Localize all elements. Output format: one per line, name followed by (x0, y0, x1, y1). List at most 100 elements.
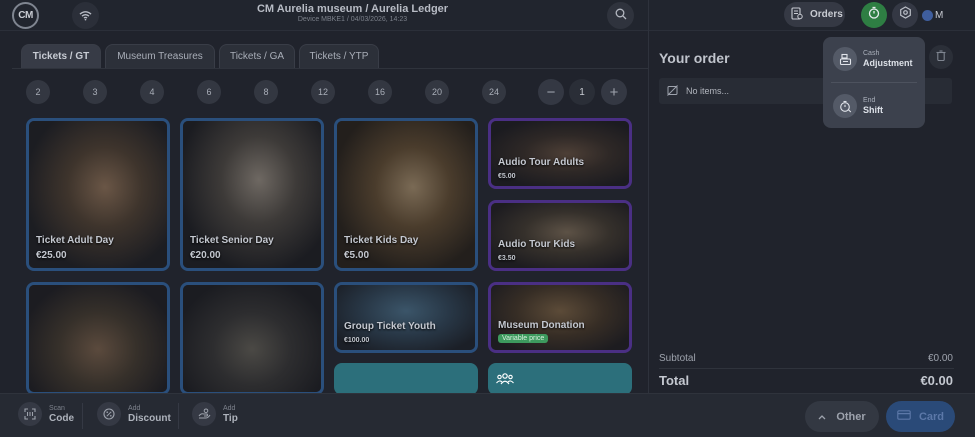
cash-adjustment-item[interactable]: Cash Adjustment (833, 47, 913, 71)
tip-icon (192, 402, 216, 426)
total-value: €0.00 (920, 373, 953, 388)
shift-timer-button[interactable] (861, 2, 887, 28)
app-title: CM Aurelia museum / Aurelia Ledger (256, 3, 449, 15)
tab-tickets-gt[interactable]: Tickets / GT (21, 44, 101, 68)
divider (659, 368, 954, 369)
end-shift-small: End (863, 97, 876, 104)
product-price: €5.00 (498, 173, 516, 180)
quick-qty-button[interactable]: 4 (140, 80, 164, 104)
subtotal-label: Subtotal (659, 353, 696, 364)
quick-qty-button[interactable]: 2 (26, 80, 50, 104)
shift-popup-menu: Cash Adjustment End Shift (823, 37, 925, 128)
product-tile-audio-tour-adults[interactable]: Audio Tour Adults €5.00 (488, 118, 632, 189)
quick-qty-button[interactable]: 3 (83, 80, 107, 104)
credit-card-icon (897, 410, 911, 423)
product-tile-group-youth[interactable]: Group Ticket Youth €100.00 (334, 282, 478, 353)
tip-small: Add (223, 404, 236, 412)
order-title: Your order (659, 50, 730, 66)
quick-qty-button[interactable]: 12 (311, 80, 335, 104)
total-label: Total (659, 373, 690, 388)
end-shift-label: Shift (863, 105, 883, 115)
product-tile-audio-tour-kids[interactable]: Audio Tour Kids €3.50 (488, 200, 632, 271)
product-tile[interactable] (26, 282, 170, 395)
product-name: Group Ticket Youth (344, 321, 436, 332)
card-label: Card (918, 410, 945, 423)
variable-price-badge: Variable price (498, 334, 549, 343)
cm-logo: CM (12, 2, 39, 29)
product-price: €25.00 (36, 250, 67, 261)
discount-small: Add (128, 404, 141, 412)
no-items-icon (667, 84, 678, 98)
product-price: €3.50 (498, 255, 516, 262)
product-price: €100.00 (344, 337, 370, 344)
card-payment-button[interactable]: Card (886, 401, 955, 432)
decrement-button[interactable]: − (538, 79, 564, 105)
discount-icon (97, 402, 121, 426)
quick-qty-button[interactable]: 8 (254, 80, 278, 104)
product-tile-museum-donation[interactable]: Museum Donation Variable price (488, 282, 632, 353)
user-menu-button[interactable]: M (922, 5, 943, 25)
product-photo (183, 285, 321, 392)
product-tile-kids-day[interactable]: Ticket Kids Day €5.00 (334, 118, 478, 271)
product-tile[interactable] (334, 363, 478, 395)
product-name: Museum Donation (498, 320, 585, 331)
orders-button[interactable]: Orders (784, 2, 845, 27)
gear-icon (899, 6, 912, 24)
scan-small: Scan (49, 404, 65, 412)
search-button[interactable] (607, 2, 634, 29)
scan-label: Code (49, 412, 74, 424)
divider (82, 403, 83, 429)
product-name: Ticket Adult Day (36, 235, 114, 246)
product-tile-group[interactable] (488, 363, 632, 395)
product-tile[interactable] (180, 282, 324, 395)
increment-button[interactable]: + (601, 79, 627, 105)
add-discount-button[interactable]: Add Discount (97, 402, 171, 426)
other-payment-button[interactable]: Other (805, 401, 879, 432)
settings-button[interactable] (892, 2, 918, 28)
avatar (922, 9, 933, 21)
product-photo (29, 285, 167, 392)
quick-qty-button[interactable]: 24 (482, 80, 506, 104)
clear-order-button[interactable] (929, 45, 953, 69)
product-tile-adult-day[interactable]: Ticket Adult Day €25.00 (26, 118, 170, 271)
scan-icon (18, 402, 42, 426)
quick-qty-button[interactable]: 16 (368, 80, 392, 104)
add-tip-button[interactable]: Add Tip (192, 402, 238, 426)
end-shift-item[interactable]: End Shift (833, 94, 883, 118)
orders-icon (791, 6, 803, 23)
quick-qty-button[interactable]: 6 (197, 80, 221, 104)
trash-icon (936, 48, 946, 66)
product-price: €5.00 (344, 250, 370, 261)
orders-label: Orders (810, 9, 843, 20)
wifi-icon[interactable] (72, 2, 99, 29)
stopwatch-icon (868, 6, 880, 24)
cash-adjustment-small: Cash (863, 50, 880, 57)
panel-divider (648, 0, 649, 437)
quantity-value: 1 (569, 79, 595, 105)
quick-qty-button[interactable]: 20 (425, 80, 449, 104)
end-shift-icon (833, 94, 857, 118)
search-icon (615, 7, 627, 25)
divider (831, 82, 917, 83)
product-name: Ticket Kids Day (344, 235, 419, 246)
product-name: Audio Tour Kids (498, 239, 576, 250)
product-name: Ticket Senior Day (190, 235, 274, 246)
product-name: Audio Tour Adults (498, 157, 585, 168)
device-subtitle: Device MBKE1 / 04/03/2026, 14:23 (297, 16, 408, 23)
cash-register-icon (833, 47, 857, 71)
cash-adjustment-label: Adjustment (863, 58, 913, 68)
scan-code-button[interactable]: Scan Code (18, 402, 74, 426)
tip-label: Tip (223, 412, 238, 424)
group-icon (496, 372, 514, 390)
tab-tickets-ga[interactable]: Tickets / GA (219, 44, 295, 68)
subtotal-value: €0.00 (927, 353, 953, 364)
user-initial: M (935, 9, 944, 21)
product-tile-senior-day[interactable]: Ticket Senior Day €20.00 (180, 118, 324, 271)
tab-tickets-ytp[interactable]: Tickets / YTP (299, 44, 379, 68)
divider (178, 403, 179, 429)
chevron-up-icon (818, 411, 826, 423)
other-label: Other (836, 410, 866, 423)
discount-label: Discount (128, 412, 171, 424)
tab-museum-treasures[interactable]: Museum Treasures (105, 44, 215, 68)
no-items-label: No items... (686, 86, 730, 96)
